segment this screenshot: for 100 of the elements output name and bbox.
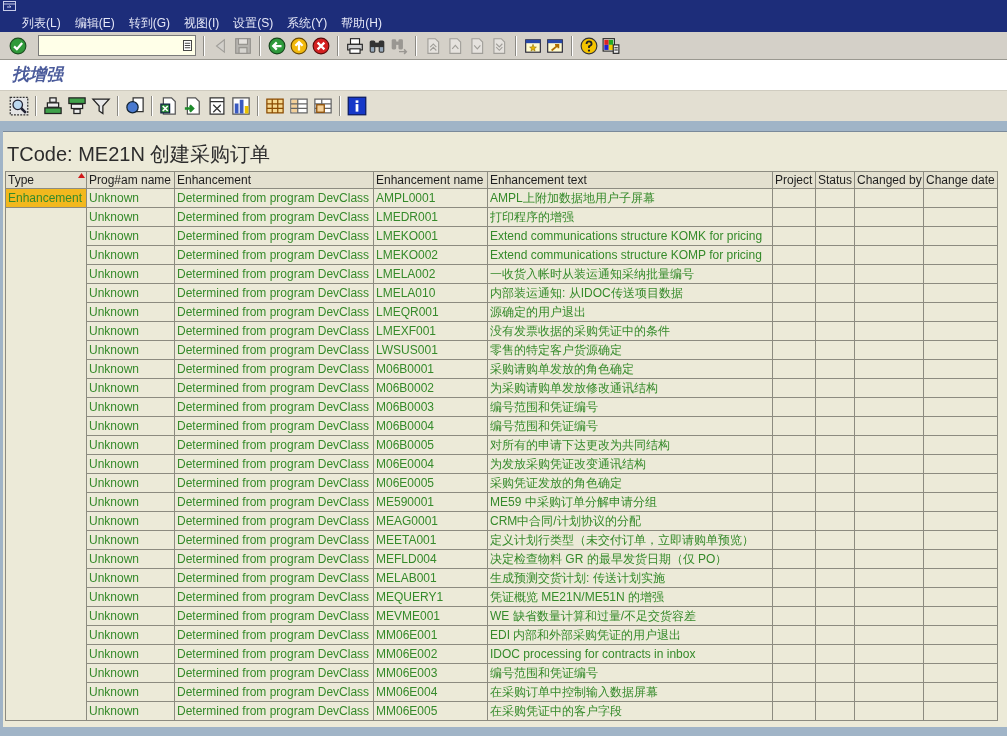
column-header[interactable]: Status <box>815 171 855 189</box>
table-cell: Unknown <box>86 549 175 569</box>
table-cell: CRM中合同/计划协议的分配 <box>487 511 773 531</box>
column-header[interactable]: Enhancement name <box>373 171 488 189</box>
color-screen-icon[interactable] <box>602 36 620 55</box>
column-header[interactable]: Changed by <box>854 171 924 189</box>
table-cell: 为采购请购单发放修改通讯结构 <box>487 378 773 398</box>
table-cell: 为发放采购凭证改变通讯结构 <box>487 454 773 474</box>
table-cell: 源确定的用户退出 <box>487 302 773 322</box>
table-cell: ME59 中采购订单分解申请分组 <box>487 492 773 512</box>
table-cell: Determined from program DevClass <box>174 549 374 569</box>
table-cell: Unknown <box>86 321 175 341</box>
shortcut-icon[interactable] <box>546 36 564 55</box>
grid-icon[interactable] <box>265 96 285 116</box>
table-cell: Determined from program DevClass <box>174 378 374 398</box>
column-header[interactable]: Enhancement <box>174 171 374 189</box>
table-cell: Extend communications structure KOMK for pricing <box>487 226 773 246</box>
magnifier-icon[interactable] <box>9 96 29 116</box>
table-cell: Unknown <box>86 302 175 322</box>
menu-item[interactable]: 转到(G) <box>128 16 170 31</box>
table-cell: Determined from program DevClass <box>174 321 374 341</box>
new-window-icon[interactable] <box>524 36 542 55</box>
cancel-icon[interactable] <box>312 36 330 55</box>
table-cell: Determined from program DevClass <box>174 435 374 455</box>
stack-icon[interactable] <box>43 96 63 116</box>
menu-item[interactable]: 编辑(E) <box>74 16 115 31</box>
table-cell: Determined from program DevClass <box>174 492 374 512</box>
table-cell: Determined from program DevClass <box>174 511 374 531</box>
table-cell: 采购请购单发放的角色确定 <box>487 359 773 379</box>
sphere-page-icon[interactable] <box>125 96 145 116</box>
table-cell: AMPL上附加数据地用户子屏幕 <box>487 188 773 208</box>
text-page-icon[interactable] <box>207 96 227 116</box>
table-cell: Determined from program DevClass <box>174 473 374 493</box>
table-cell: MEQUERY1 <box>373 587 488 607</box>
table-cell: LMELA010 <box>373 283 488 303</box>
table-cell: MM06E001 <box>373 625 488 645</box>
table-cell: Determined from program DevClass <box>174 568 374 588</box>
table-cell: M06B0003 <box>373 397 488 417</box>
table-cell: Unknown <box>86 454 175 474</box>
table-cell: MELAB001 <box>373 568 488 588</box>
column-header[interactable]: Project <box>772 171 816 189</box>
table-cell: M06E0004 <box>373 454 488 474</box>
column-header[interactable]: Enhancement text <box>487 171 773 189</box>
info-icon[interactable] <box>347 96 367 116</box>
check-icon[interactable] <box>9 36 27 55</box>
table-cell: Determined from program DevClass <box>174 530 374 550</box>
table-cell: 采购凭证发放的角色确定 <box>487 473 773 493</box>
table-cell: Unknown <box>86 473 175 493</box>
table-select-icon[interactable] <box>313 96 333 116</box>
table-cell: Unknown <box>86 397 175 417</box>
table-icon[interactable] <box>289 96 309 116</box>
menu-item[interactable]: 系统(Y) <box>287 16 328 31</box>
table-cell: 打印程序的增强 <box>487 207 773 227</box>
spreadsheet-icon[interactable] <box>159 96 179 116</box>
printer-icon[interactable] <box>346 36 364 55</box>
funnel-icon[interactable] <box>91 96 111 116</box>
menu-item[interactable]: 视图(I) <box>184 16 220 31</box>
table-cell: Unknown <box>86 283 175 303</box>
table-cell: 编号范围和凭证编号 <box>487 397 773 417</box>
table-cell: ME590001 <box>373 492 488 512</box>
list-icon[interactable] <box>183 40 192 51</box>
command-field[interactable] <box>38 35 196 56</box>
table-cell: Determined from program DevClass <box>174 359 374 379</box>
table-cell: 内部装运通知: 从IDOC传送项目数据 <box>487 283 773 303</box>
table-cell: MEFLD004 <box>373 549 488 569</box>
table-cell: Unknown <box>86 226 175 246</box>
table-cell: 一收货入帐时从装运通知采纳批量编号 <box>487 264 773 284</box>
export-icon[interactable] <box>183 96 203 116</box>
table-cell: Unknown <box>86 435 175 455</box>
table-cell: Unknown <box>86 587 175 607</box>
window-icon[interactable] <box>3 1 17 12</box>
bar-chart-icon[interactable] <box>231 96 251 116</box>
report-title: TCode: ME21N 创建采购订单 <box>6 142 271 167</box>
help-icon[interactable] <box>580 36 598 55</box>
table-cell: Determined from program DevClass <box>174 188 374 208</box>
table-cell: Unknown <box>86 264 175 284</box>
table-cell: Unknown <box>86 188 175 208</box>
table-cell: Unknown <box>86 416 175 436</box>
table-cell: MM06E002 <box>373 644 488 664</box>
menu-item[interactable]: 帮助(H) <box>341 16 382 31</box>
table-cell: Determined from program DevClass <box>174 416 374 436</box>
table-cell: Determined from program DevClass <box>174 226 374 246</box>
table-cell: 凭证概览 ME21N/ME51N 的增强 <box>487 587 773 607</box>
table-cell: MM06E005 <box>373 701 488 721</box>
inverted-stack-icon[interactable] <box>67 96 87 116</box>
table-cell: 对所有的申请下达更改为共同结构 <box>487 435 773 455</box>
menu-item[interactable]: 列表(L) <box>22 16 61 31</box>
table-cell: MM06E004 <box>373 682 488 702</box>
table-cell: Determined from program DevClass <box>174 701 374 721</box>
table-cell: MEVME001 <box>373 606 488 626</box>
table-cell: 零售的特定客户货源确定 <box>487 340 773 360</box>
table-cell: LMEXF001 <box>373 321 488 341</box>
table-cell: Unknown <box>86 701 175 721</box>
column-header[interactable]: Prog#am name <box>86 171 175 189</box>
table-cell: WE 缺省数量计算和过量/不足交货容差 <box>487 606 773 626</box>
table-cell: AMPL0001 <box>373 188 488 208</box>
table-cell: Determined from program DevClass <box>174 302 374 322</box>
menu-item[interactable]: 设置(S) <box>233 16 274 31</box>
column-header[interactable]: Type <box>5 171 87 189</box>
column-header[interactable]: Change date <box>923 171 998 189</box>
